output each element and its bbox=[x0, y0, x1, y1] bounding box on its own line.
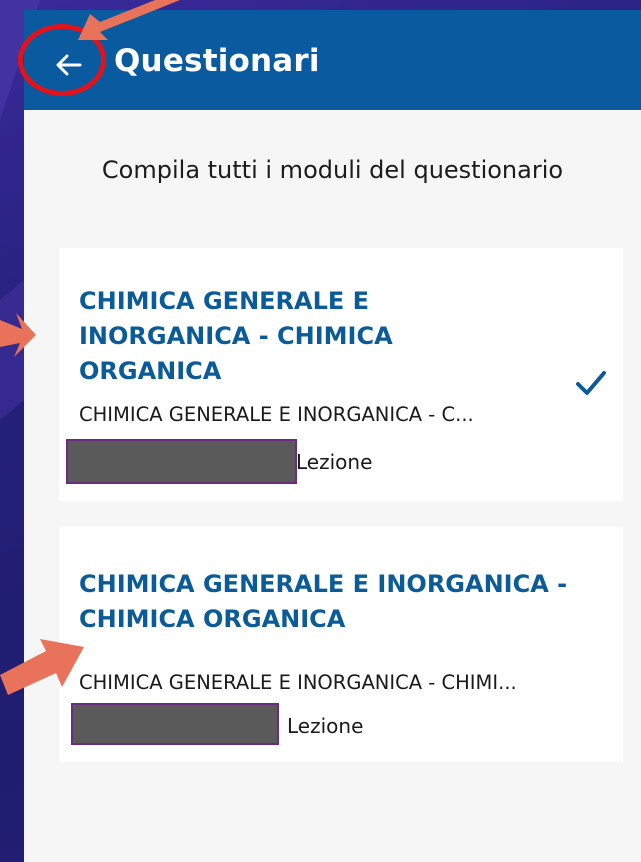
questionnaire-card[interactable]: CHIMICA GENERALE E INORGANICA - CHIMICA … bbox=[59, 527, 623, 762]
card-type-label: Lezione bbox=[287, 714, 364, 738]
annotation-arrow-left bbox=[0, 313, 36, 357]
card-type-label: Lezione bbox=[296, 450, 373, 474]
instruction-text: Compila tutti i moduli del questionario bbox=[101, 156, 564, 184]
card-title: CHIMICA GENERALE E INORGANICA - CHIMICA … bbox=[79, 570, 568, 633]
redacted-box bbox=[66, 439, 297, 484]
card-description: CHIMICA GENERALE E INORGANICA - C... bbox=[79, 403, 474, 426]
app-screen: Questionari Compila tutti i moduli del q… bbox=[24, 10, 641, 862]
checkmark-icon bbox=[576, 371, 606, 395]
annotation-arrow-top bbox=[78, 0, 180, 40]
card-description: CHIMICA GENERALE E INORGANICA - CHIMI... bbox=[79, 671, 517, 694]
redacted-box bbox=[71, 703, 279, 745]
questionnaire-card[interactable]: CHIMICA GENERALE E INORGANICA - CHIMICA … bbox=[59, 248, 623, 501]
annotation-arrow-bottom bbox=[0, 639, 84, 695]
card-title: CHIMICA GENERALE E INORGANICA - CHIMICA … bbox=[79, 287, 393, 385]
